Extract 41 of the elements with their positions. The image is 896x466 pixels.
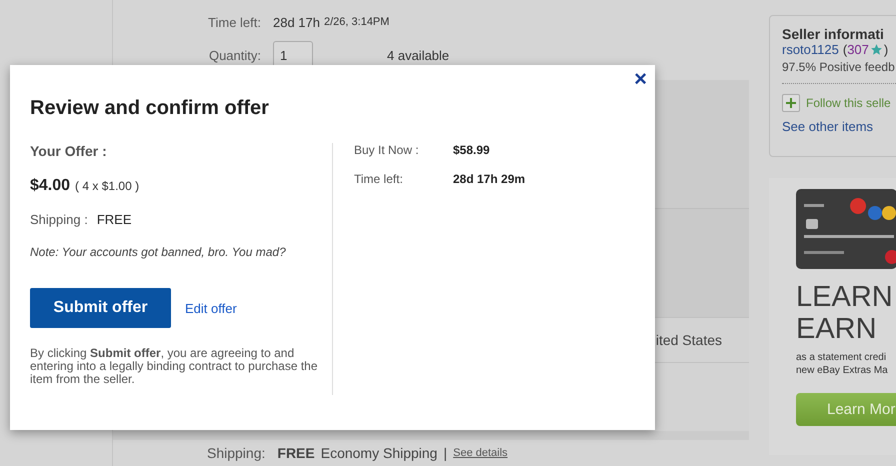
fact-label: Buy It Now : xyxy=(354,143,420,157)
positive-feedback: 97.5% Positive feedb xyxy=(782,60,896,84)
shipping-service: Economy Shipping xyxy=(320,445,438,461)
shipping-value: FREE xyxy=(96,212,132,227)
follow-seller-link[interactable]: Follow this selle xyxy=(806,96,891,110)
ad-headline: LEARN xyxy=(796,281,894,313)
follow-button[interactable] xyxy=(782,94,800,112)
time-left-value: 28d 17h xyxy=(273,14,320,30)
field-label: Quantity: xyxy=(208,48,261,62)
available-count: 4 available xyxy=(387,48,450,62)
offer-note: Note: Your accounts got banned, bro. You mad? xyxy=(30,245,287,259)
ad-text: as a statement credi xyxy=(796,351,888,364)
fact-value: $58.99 xyxy=(453,143,490,157)
see-details-link[interactable]: See details xyxy=(453,447,508,459)
shipping-value: FREE xyxy=(277,445,315,461)
separator: | xyxy=(443,445,448,461)
ship-to-text: ited States xyxy=(656,332,722,348)
offer-label: Your Offer : xyxy=(30,143,108,159)
disclaimer-text: By clicking Submit offer, you are agreeing to and entering into a legally binding contract to purchase the item from the seller. xyxy=(30,347,319,386)
end-date: 2/26, 3:14PM xyxy=(324,16,390,28)
close-button[interactable]: × xyxy=(634,69,647,89)
ad-text: new eBay Extras Ma xyxy=(796,364,889,377)
fact-label: Time left: xyxy=(354,172,404,186)
shipping-label: Shipping: xyxy=(207,445,266,461)
star-icon xyxy=(870,43,883,56)
paren: ( xyxy=(842,42,848,57)
ad-headline: EARN xyxy=(796,313,878,345)
offer-total: $4.00 xyxy=(30,177,70,195)
seller-name-link[interactable]: rsoto1125 xyxy=(782,42,839,57)
other-items-link[interactable]: See other items xyxy=(782,119,896,134)
field-label: Time left: xyxy=(207,14,261,30)
fact-value: 28d 17h 29m xyxy=(453,172,526,186)
feedback-score: 307 xyxy=(847,42,869,57)
dialog-title: Review and confirm offer xyxy=(30,97,270,120)
plus-icon xyxy=(786,98,796,108)
edit-offer-link[interactable]: Edit offer xyxy=(185,300,237,316)
offer-breakdown: ( 4 x $1.00 ) xyxy=(75,179,140,193)
submit-offer-button[interactable]: Submit offer xyxy=(30,288,171,328)
shipping-label: Shipping : xyxy=(30,212,88,227)
paren: ) xyxy=(884,42,888,57)
seller-title: Seller informati xyxy=(782,26,885,42)
